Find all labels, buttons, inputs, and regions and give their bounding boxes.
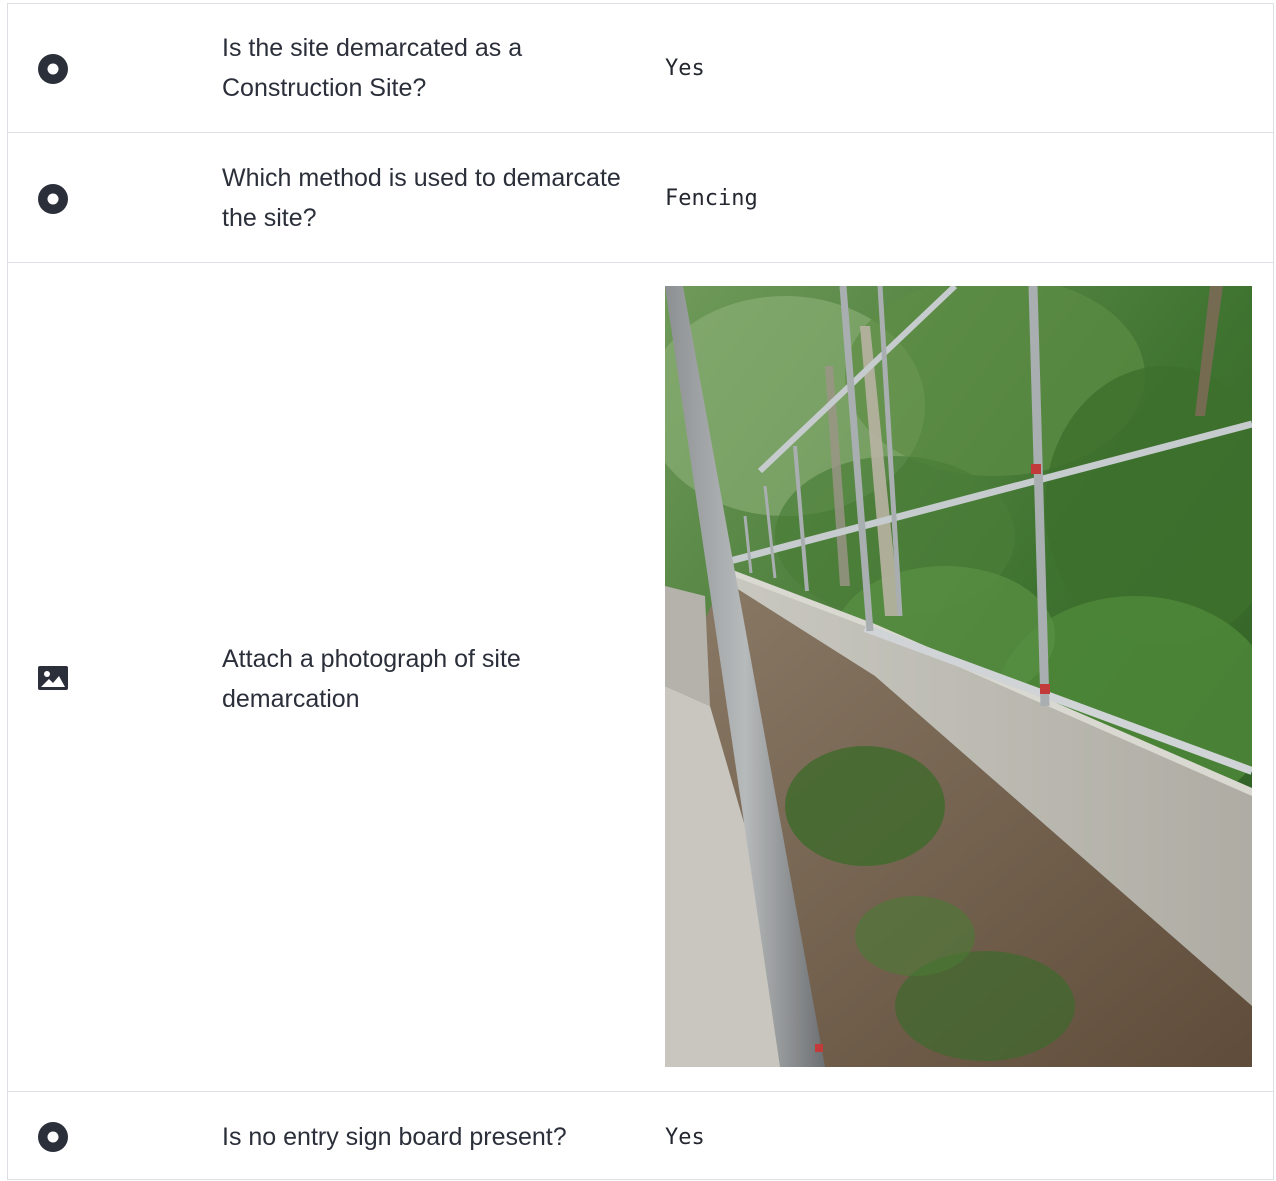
table-row: Attach a photograph of site demarcation	[8, 263, 1273, 1092]
question-text: Is no entry sign board present?	[222, 1123, 567, 1151]
question-text: Attach a photograph of site demarcation	[222, 645, 521, 713]
radio-icon	[37, 1121, 69, 1153]
answer-text: Yes	[665, 56, 705, 81]
site-demarcation-photo	[665, 286, 1252, 1067]
table-row: Which method is used to demarcate the si…	[8, 133, 1273, 263]
question-text: Is the site demarcated as a Construction…	[222, 34, 523, 102]
table-row: Is no entry sign board present? Yes	[8, 1092, 1273, 1181]
answer-text: Fencing	[665, 186, 758, 211]
image-icon	[37, 663, 69, 695]
survey-answer-table: Is the site demarcated as a Construction…	[7, 3, 1274, 1180]
question-text: Which method is used to demarcate the si…	[222, 164, 621, 232]
table-row: Is the site demarcated as a Construction…	[8, 4, 1273, 133]
radio-icon	[37, 53, 69, 85]
radio-icon	[37, 183, 69, 215]
answer-text: Yes	[665, 1125, 705, 1150]
